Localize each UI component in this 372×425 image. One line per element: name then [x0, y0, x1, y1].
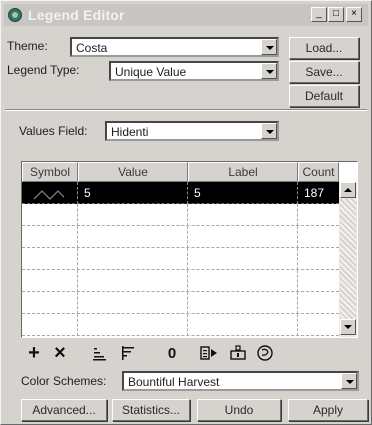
sort-descending-icon[interactable] [117, 342, 139, 364]
statistics-button[interactable]: Statistics... [112, 399, 190, 421]
null-value-icon[interactable]: 0 [161, 342, 183, 364]
legend-table[interactable]: Symbol Value Label Count 5 5 187 [21, 161, 358, 338]
advanced-button[interactable]: Advanced... [21, 399, 107, 421]
values-field-dropdown-arrow-icon[interactable] [261, 123, 277, 139]
count-text: 187 [304, 186, 325, 200]
divider [5, 109, 367, 111]
add-icon[interactable]: + [23, 342, 45, 364]
table-header: Symbol Value Label Count [22, 162, 339, 182]
flip-icon[interactable] [228, 342, 250, 364]
label-text: 5 [194, 186, 201, 200]
legend-editor-window: Legend Editor _ □ × Theme: Costa Load...… [0, 0, 372, 425]
label-cell[interactable]: 5 [188, 182, 298, 204]
count-cell[interactable]: 187 [298, 182, 339, 204]
symbol-cell[interactable] [22, 182, 78, 204]
values-field-dropdown[interactable]: Hidenti [105, 121, 279, 141]
minimize-button[interactable]: _ [311, 7, 327, 22]
table-row[interactable] [22, 226, 339, 248]
values-field-label: Values Field: [19, 124, 88, 138]
column-header-value[interactable]: Value [78, 162, 188, 182]
column-header-label[interactable]: Label [188, 162, 298, 182]
color-schemes-dropdown-arrow-icon[interactable] [341, 373, 357, 389]
value-cell[interactable]: 5 [78, 182, 188, 204]
default-button[interactable]: Default [289, 85, 359, 107]
apply-button[interactable]: Apply [288, 399, 368, 421]
table-row[interactable] [22, 270, 339, 292]
delete-icon[interactable]: × [49, 342, 71, 364]
scroll-track[interactable] [340, 199, 356, 319]
legend-type-dropdown[interactable]: Unique Value [109, 61, 279, 81]
scroll-down-icon[interactable] [340, 319, 356, 335]
table-row[interactable] [22, 204, 339, 226]
sort-ascending-icon[interactable] [89, 342, 111, 364]
reset-icon[interactable] [254, 342, 276, 364]
column-header-symbol[interactable]: Symbol [22, 162, 78, 182]
table-row[interactable] [22, 248, 339, 270]
legend-type-value: Unique Value [115, 65, 187, 79]
properties-icon[interactable] [199, 342, 221, 364]
color-schemes-value: Bountiful Harvest [128, 375, 220, 389]
theme-value: Costa [76, 41, 108, 55]
table-row[interactable] [22, 314, 339, 336]
undo-button[interactable]: Undo [197, 399, 281, 421]
value-text: 5 [84, 186, 91, 200]
table-row[interactable] [22, 292, 339, 314]
color-schemes-dropdown[interactable]: Bountiful Harvest [122, 371, 359, 391]
table-body: 5 5 187 [22, 182, 339, 337]
table-row-selected[interactable]: 5 5 187 [22, 182, 339, 204]
window-title: Legend Editor [28, 7, 125, 23]
maximize-button[interactable]: □ [328, 7, 344, 22]
color-schemes-label: Color Schemes: [21, 374, 107, 388]
line-symbol-icon [33, 190, 65, 200]
legend-type-dropdown-arrow-icon[interactable] [261, 63, 277, 79]
title-bar[interactable]: Legend Editor _ □ × [4, 4, 368, 26]
theme-dropdown-arrow-icon[interactable] [261, 39, 277, 55]
scroll-up-icon[interactable] [340, 182, 356, 198]
column-header-count[interactable]: Count [298, 162, 339, 182]
close-button[interactable]: × [346, 7, 362, 22]
values-field-value: Hidenti [111, 125, 149, 139]
save-button[interactable]: Save... [289, 61, 359, 83]
table-scrollbar[interactable] [339, 182, 357, 337]
load-button[interactable]: Load... [289, 37, 359, 59]
theme-label: Theme: [7, 39, 48, 53]
app-globe-icon [8, 8, 22, 22]
theme-dropdown[interactable]: Costa [70, 37, 279, 57]
legend-type-label: Legend Type: [7, 63, 80, 77]
